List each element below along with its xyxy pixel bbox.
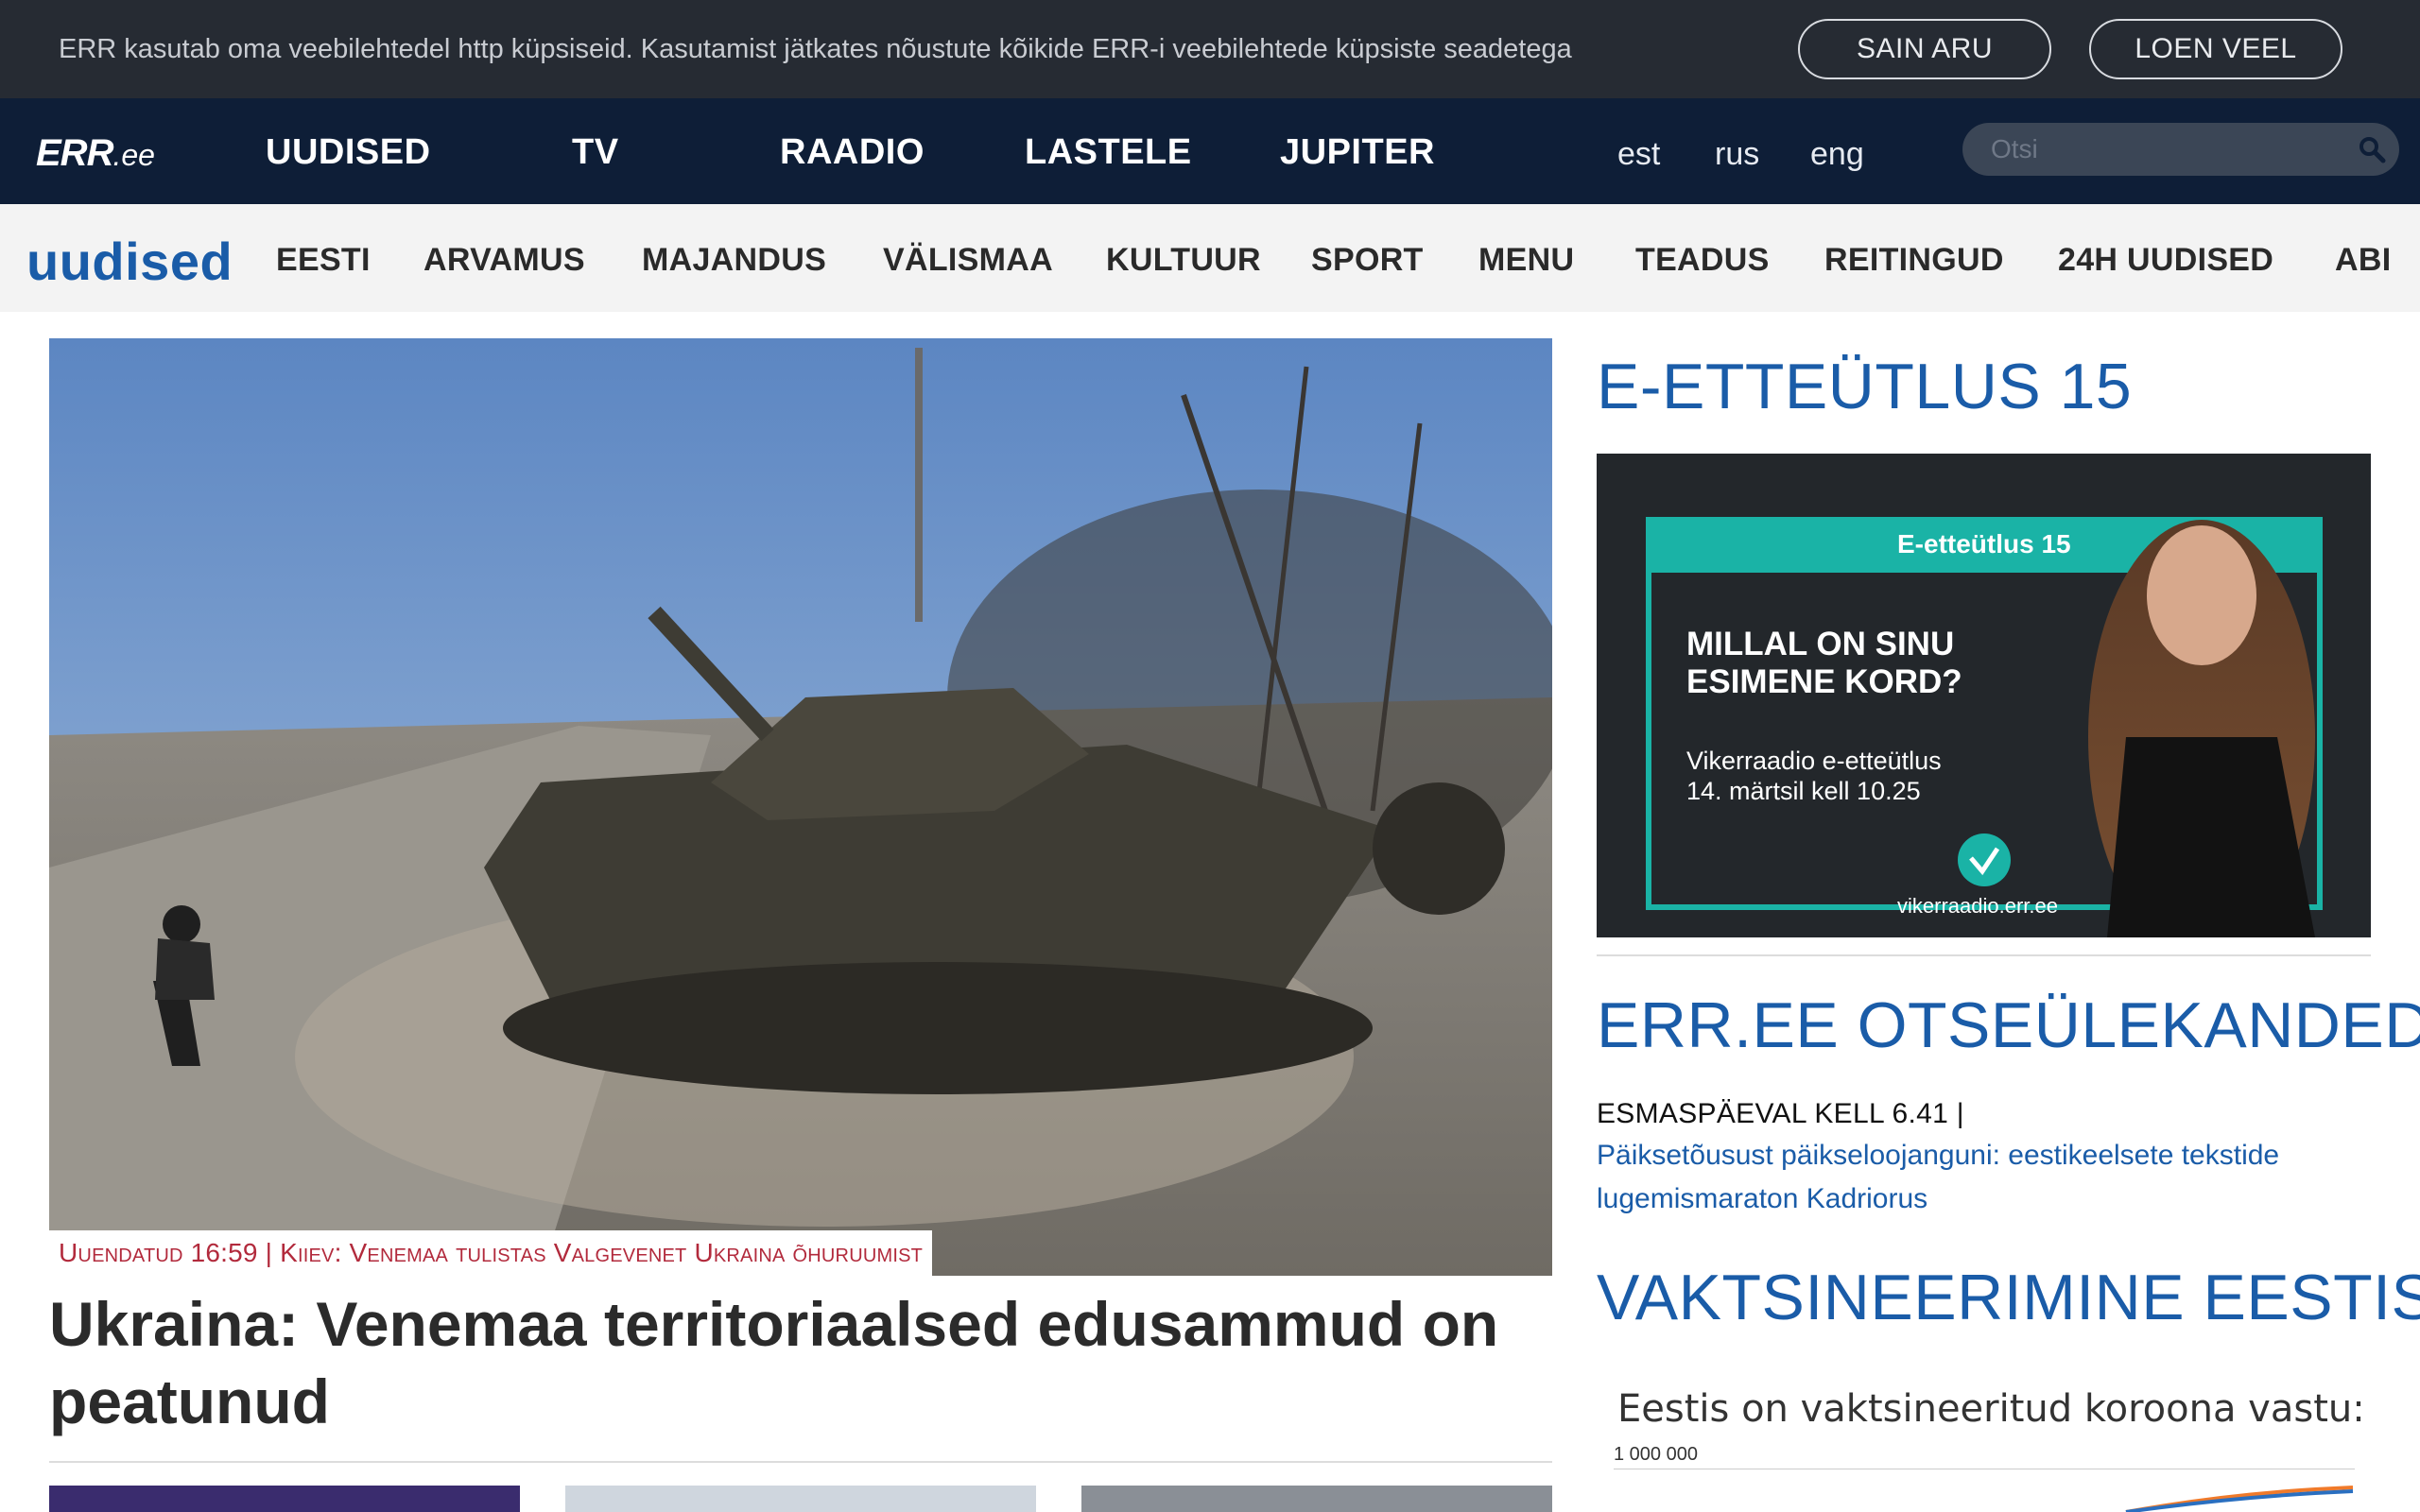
search-icon[interactable] (2358, 135, 2386, 163)
search-box (1962, 123, 2399, 176)
logo-main: ERR (36, 132, 113, 174)
cookie-agree-button[interactable]: SAIN ARU (1798, 19, 2051, 79)
nav-item-jupiter[interactable]: JUPITER (1280, 132, 1435, 173)
section-brand[interactable]: uudised (26, 231, 233, 292)
vaccination-widget: Eestis on vaktsineeritud koroona vastu: … (1597, 1368, 2371, 1512)
search-input[interactable] (1991, 132, 2350, 166)
hero-caption[interactable]: Uuendatud 16:59 | Kiiev: Venemaa tulista… (49, 1230, 933, 1276)
nav-item-raadio[interactable]: RAADIO (780, 132, 925, 173)
vaccination-chart-lines (2125, 1486, 2354, 1512)
section-item-kultuur[interactable]: KULTUUR (1106, 242, 1261, 279)
article-thumbnail[interactable] (49, 1486, 520, 1512)
banner-tag: E-etteütlus 15 (1897, 529, 2071, 558)
article-thumbnail[interactable] (1081, 1486, 1552, 1512)
live-stream-time: ESMASPÄEVAL KELL 6.41 | (1597, 1098, 1964, 1129)
main-nav: ERR.ee UUDISED TV RAADIO LASTELE JUPITER… (0, 98, 2420, 204)
err-logo[interactable]: ERR.ee (36, 132, 155, 175)
cookie-banner: ERR kasutab oma veebilehtedel http küpsi… (0, 0, 2420, 98)
section-item-reitingud[interactable]: REITINGUD (1824, 242, 2004, 279)
lang-est[interactable]: est (1617, 136, 1660, 173)
lang-rus[interactable]: rus (1715, 136, 1759, 173)
hero-headline[interactable]: Ukraina: Venemaa territoriaalsed edusamm… (49, 1285, 1552, 1440)
lang-eng[interactable]: eng (1810, 136, 1864, 173)
nav-item-tv[interactable]: TV (572, 132, 619, 173)
section-title-vaktsineerimine[interactable]: VAKTSINEERIMINE EESTIS (1597, 1261, 2420, 1334)
section-item-valismaa[interactable]: VÄLISMAA (883, 242, 1053, 279)
cookie-read-more-button[interactable]: LOEN VEEL (2089, 19, 2342, 79)
cookie-text: ERR kasutab oma veebilehtedel http küpsi… (59, 34, 1572, 64)
section-item-24h-uudised[interactable]: 24H UUDISED (2058, 242, 2273, 279)
section-item-arvamus[interactable]: ARVAMUS (424, 242, 585, 279)
section-title-otseulekanded[interactable]: ERR.EE OTSEÜLEKANDED (1597, 988, 2420, 1062)
section-item-sport[interactable]: SPORT (1311, 242, 1424, 279)
section-item-eesti[interactable]: EESTI (276, 242, 371, 279)
banner-info-line2: 14. märtsil kell 10.25 (1686, 777, 1921, 805)
banner-site: vikerraadio.err.ee (1897, 894, 2058, 918)
live-stream-title[interactable]: Päiksetõusust päikseloojanguni: eestikee… (1597, 1134, 2353, 1221)
banner-info-line1: Vikerraadio e-etteütlus (1686, 747, 1942, 775)
nav-item-lastele[interactable]: LASTELE (1025, 132, 1192, 173)
article-thumbnail[interactable] (565, 1486, 1036, 1512)
section-item-menu[interactable]: MENU (1478, 242, 1574, 279)
divider (1597, 954, 2371, 956)
section-nav: uudised EESTI ARVAMUS MAJANDUS VÄLISMAA … (0, 204, 2420, 312)
section-item-abi[interactable]: ABI (2335, 242, 2391, 279)
nav-item-uudised[interactable]: UUDISED (266, 132, 431, 173)
banner-question-line2: ESIMENE KORD? (1686, 663, 1962, 700)
e-etteutlus-banner[interactable]: E-etteütlus 15 MILLAL ON SINU ESIMENE KO… (1597, 454, 2371, 937)
section-item-teadus[interactable]: TEADUS (1635, 242, 1770, 279)
hero-image[interactable] (49, 338, 1552, 1276)
divider (49, 1461, 1552, 1463)
section-title-e-etteutlus[interactable]: E-ETTEÜTLUS 15 (1597, 350, 2132, 423)
logo-suffix: .ee (112, 138, 155, 172)
banner-question-line1: MILLAL ON SINU (1686, 626, 1955, 662)
section-item-majandus[interactable]: MAJANDUS (642, 242, 826, 279)
